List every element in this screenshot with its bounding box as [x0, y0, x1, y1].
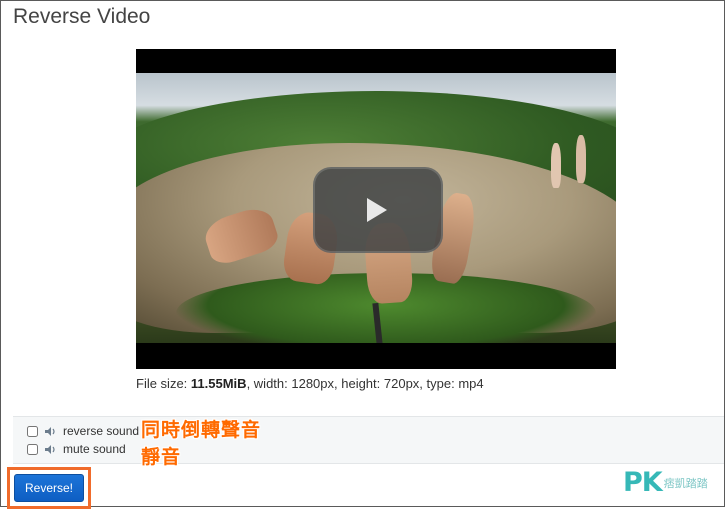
- page-title: Reverse Video: [13, 5, 151, 28]
- reverse-sound-label: reverse sound: [63, 424, 140, 438]
- mute-sound-option: mute sound: [27, 440, 126, 458]
- mute-annotation: 靜音: [141, 446, 182, 468]
- speaker-icon: [44, 444, 57, 455]
- file-size: 11.55MiB: [190, 376, 247, 391]
- watermark-subtitle: 痞凱踏踏: [663, 476, 708, 490]
- video-player[interactable]: [136, 49, 616, 369]
- mute-sound-checkbox[interactable]: [27, 443, 38, 455]
- play-icon: [367, 198, 387, 222]
- play-button[interactable]: [313, 167, 443, 253]
- reverse-sound-checkbox[interactable]: [27, 425, 38, 437]
- mute-sound-label: mute sound: [63, 442, 126, 456]
- options-panel: reverse sound mute sound: [13, 416, 724, 464]
- reverse-button[interactable]: Reverse!: [14, 474, 84, 502]
- page-frame: Reverse Video File size: 11.55MiB, width…: [0, 0, 725, 509]
- file-info: File size: 11.55MiB, width: 1280px, heig…: [136, 376, 484, 391]
- reverse-sound-annotation: 同時倒轉聲音: [141, 419, 262, 441]
- reverse-sound-option: reverse sound: [27, 422, 139, 440]
- speaker-icon: [44, 426, 57, 437]
- watermark-brand: PK: [623, 467, 663, 498]
- watermark-logo: PK 痞凱踏踏: [623, 467, 708, 498]
